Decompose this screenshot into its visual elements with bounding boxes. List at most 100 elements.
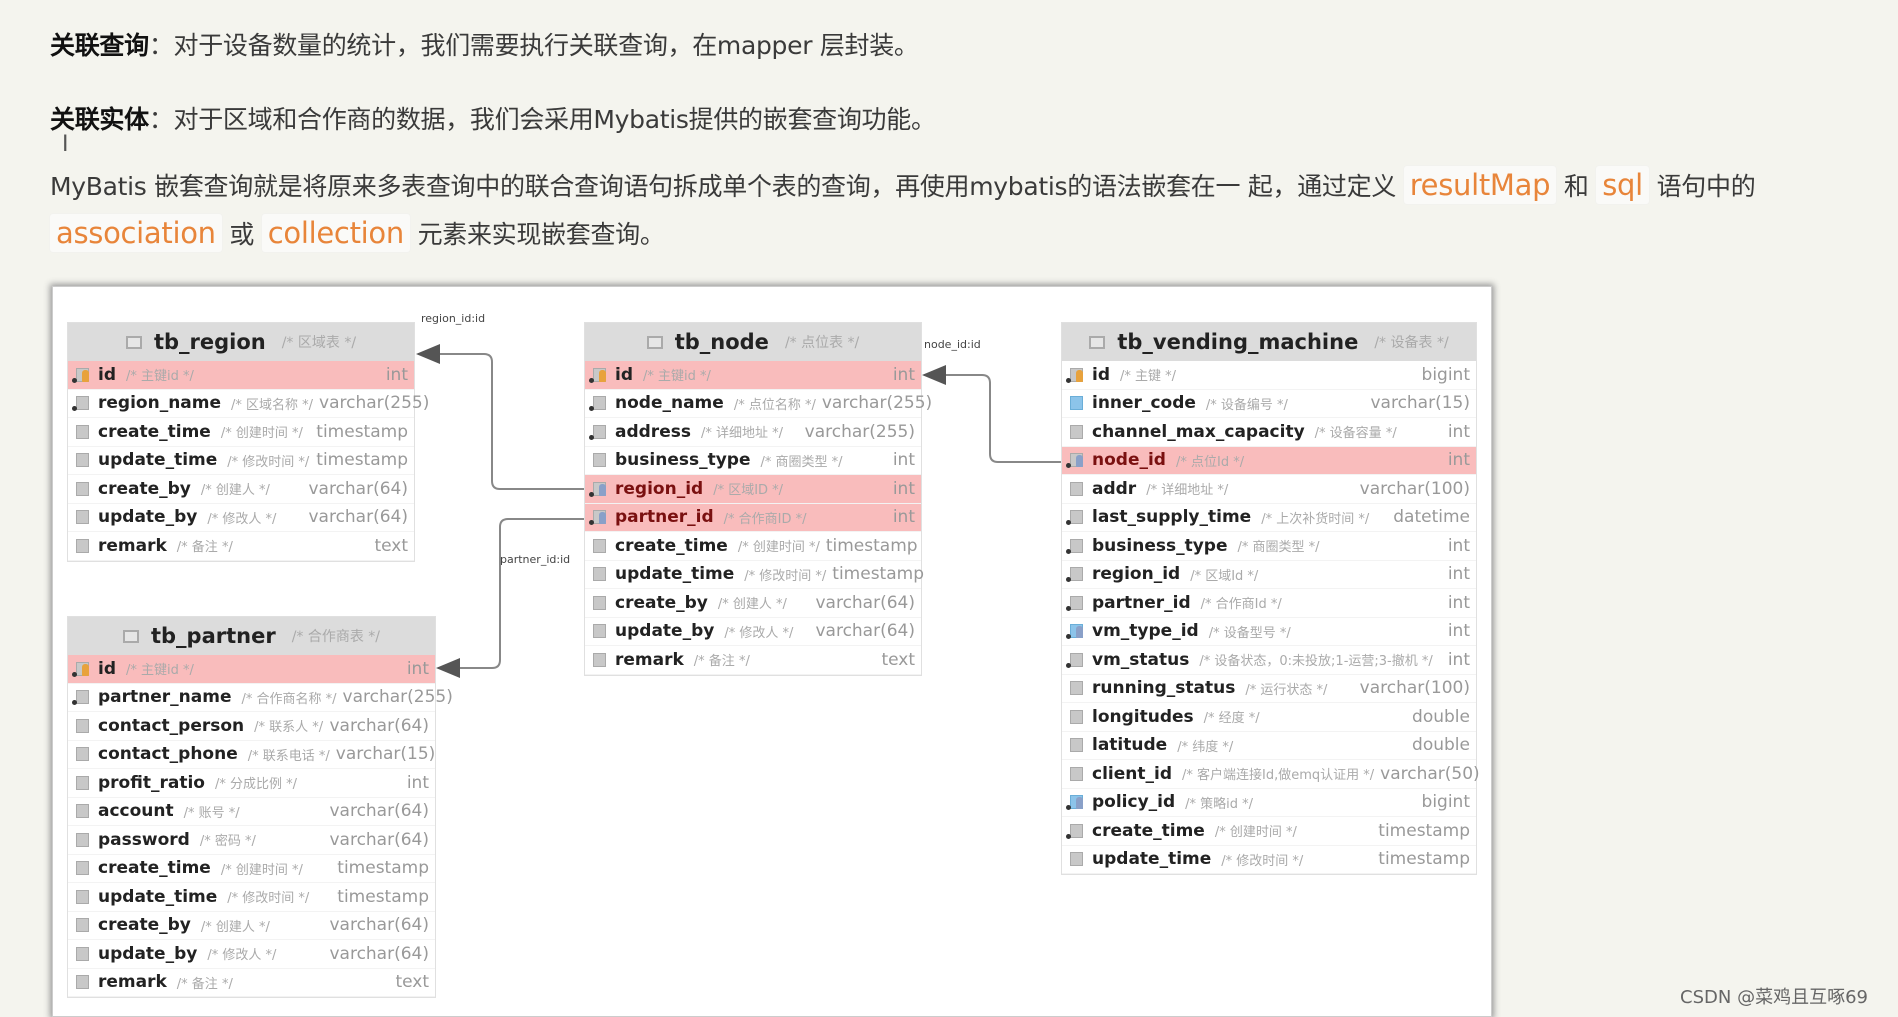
table-tb-node[interactable]: tb_node /* 点位表 */ id /* 主键id */ int node_name… [584,322,932,676]
column-row[interactable]: create_by /* 创建人 */ varchar(64) [68,912,435,940]
column-type: int [892,507,915,528]
column-row[interactable]: longitudes /* 经度 */ double [1062,703,1476,732]
table-tb-partner[interactable]: tb_partner /* 合作商表 */ id /* 主键id */ int partn… [67,616,453,998]
text: 元素来实现嵌套查询。 [417,220,665,249]
column-icon [72,974,92,990]
table-icon [1089,335,1106,349]
column-row[interactable]: update_time /* 修改时间 */ timestamp [1062,846,1476,874]
column-row[interactable]: region_id /* 区域Id */ int [1062,561,1476,589]
column-row[interactable]: create_time /* 创建时间 */ timestamp [585,532,921,561]
column-type: varchar(255) [342,687,453,708]
column-name: client_id [1092,763,1172,784]
column-row[interactable]: node_id /* 点位Id */ int [1062,446,1476,475]
column-comment: /* 创建人 */ [200,483,270,499]
column-row[interactable]: id /* 主键id */ int [585,361,921,390]
column-row[interactable]: create_time /* 创建时间 */ timestamp [68,418,414,447]
column-row[interactable]: node_name /* 点位名称 */ varchar(255) [585,390,932,418]
column-row[interactable]: password /* 密码 */ varchar(64) [68,826,435,855]
column-row[interactable]: remark /* 备注 */ text [68,969,435,997]
column-row[interactable]: latitude /* 纬度 */ double [1062,732,1476,760]
column-row[interactable]: partner_id /* 合作商ID */ int [585,503,921,532]
column-row[interactable]: region_name /* 区域名称 */ varchar(255) [68,390,429,418]
column-icon [72,538,92,554]
column-row[interactable]: update_by /* 修改人 */ varchar(64) [585,618,921,646]
table-header[interactable]: tb_node /* 点位表 */ [585,323,921,361]
column-type: varchar(64) [308,507,408,528]
column-icon [589,652,609,668]
column-row[interactable]: update_by /* 修改人 */ varchar(64) [68,940,435,969]
column-row[interactable]: vm_status /* 设备状态，0:未投放;1-运营;3-撤机 */ int [1062,646,1476,675]
column-type: varchar(255) [804,421,915,442]
column-row[interactable]: policy_id /* 策略id */ bigint [1062,789,1476,817]
column-comment: /* 创建人 */ [200,919,270,935]
column-row[interactable]: addr /* 详细地址 */ varchar(100) [1062,475,1476,504]
column-row[interactable]: channel_max_capacity /* 设备容量 */ int [1062,418,1476,447]
column-name: channel_max_capacity [1092,421,1305,442]
column-name: remark [98,972,167,993]
column-comment: /* 上次补货时间 */ [1261,511,1370,527]
text-cursor-icon: I [62,132,69,157]
column-name: node_id [1092,450,1166,471]
column-icon [1066,424,1086,440]
column-row[interactable]: vm_type_id /* 设备型号 */ int [1062,618,1476,646]
column-icon [72,917,92,933]
column-comment: /* 区域Id */ [1190,568,1259,584]
column-row[interactable]: update_by /* 修改人 */ varchar(64) [68,504,414,532]
column-type: bigint [1421,792,1470,813]
column-row[interactable]: account /* 账号 */ varchar(64) [68,798,435,826]
table-tb-vending-machine[interactable]: tb_vending_machine /* 设备表 */ id /* 主键 */ big… [1061,322,1480,875]
column-row[interactable]: contact_phone /* 联系电话 */ varchar(15) [68,741,436,769]
keyword-resultmap: resultMap [1403,166,1557,204]
column-type: varchar(100) [1359,478,1470,499]
column-type: varchar(64) [815,621,915,642]
column-name: create_by [98,478,191,499]
column-row[interactable]: update_time /* 修改时间 */ timestamp [68,447,414,475]
column-row[interactable]: id /* 主键id */ int [68,655,435,684]
column-row[interactable]: partner_id /* 合作商Id */ int [1062,589,1476,618]
column-comment: /* 修改时间 */ [744,568,827,584]
column-row[interactable]: remark /* 备注 */ text [585,646,921,675]
column-row[interactable]: id /* 主键 */ bigint [1062,361,1476,390]
column-row[interactable]: running_status /* 运行状态 */ varchar(100) [1062,675,1476,703]
column-row[interactable]: contact_person /* 联系人 */ varchar(64) [68,712,435,741]
table-header[interactable]: tb_vending_machine /* 设备表 */ [1062,323,1476,361]
column-row[interactable]: profit_ratio /* 分成比例 */ int [68,769,435,798]
column-icon [72,775,92,791]
column-row[interactable]: create_time /* 创建时间 */ timestamp [1062,817,1476,846]
column-type: varchar(64) [329,943,429,964]
column-name: id [98,364,116,385]
table-header[interactable]: tb_region /* 区域表 */ [68,323,414,361]
column-row[interactable]: inner_code /* 设备编号 */ varchar(15) [1062,390,1476,418]
column-row[interactable]: client_id /* 客户端连接Id,做emq认证用 */ varchar(50… [1062,760,1480,789]
column-row[interactable]: create_by /* 创建人 */ varchar(64) [68,475,414,504]
table-tb-region[interactable]: tb_region /* 区域表 */ id /* 主键id */ int region_… [67,322,429,562]
column-icon [72,889,92,905]
column-icon [1066,481,1086,497]
column-name: id [1092,364,1110,385]
paragraph-nested-query-line2: association 或 collection 元素来实现嵌套查询。 [50,214,665,252]
primary-key-icon [1066,367,1086,383]
column-type: timestamp [337,858,429,879]
column-row[interactable]: business_type /* 商圈类型 */ int [585,447,921,475]
column-type: varchar(15) [335,744,436,765]
column-row[interactable]: region_id /* 区域ID */ int [585,475,921,504]
column-type: timestamp [1378,849,1470,870]
column-row[interactable]: id /* 主键id */ int [68,361,414,390]
column-comment: /* 客户端连接Id,做emq认证用 */ [1182,768,1375,784]
table-header[interactable]: tb_partner /* 合作商表 */ [68,617,435,655]
index-key-icon [1066,794,1086,811]
column-row[interactable]: remark /* 备注 */ text [68,532,414,561]
column-row[interactable]: address /* 详细地址 */ varchar(255) [585,418,921,447]
column-name: running_status [1092,678,1236,699]
column-row[interactable]: create_by /* 创建人 */ varchar(64) [585,589,921,618]
column-row[interactable]: update_time /* 修改时间 */ timestamp [585,561,924,589]
column-row[interactable]: partner_name /* 合作商名称 */ varchar(255) [68,684,453,712]
column-comment: /* 联系人 */ [254,720,324,736]
column-notnull-icon [1066,566,1086,583]
column-comment: /* 创建人 */ [717,597,787,613]
column-row[interactable]: update_time /* 修改时间 */ timestamp [68,883,435,912]
column-row[interactable]: business_type /* 商圈类型 */ int [1062,532,1476,561]
column-row[interactable]: last_supply_time /* 上次补货时间 */ datetime [1062,504,1476,532]
column-icon [589,452,609,468]
column-row[interactable]: create_time /* 创建时间 */ timestamp [68,855,435,883]
